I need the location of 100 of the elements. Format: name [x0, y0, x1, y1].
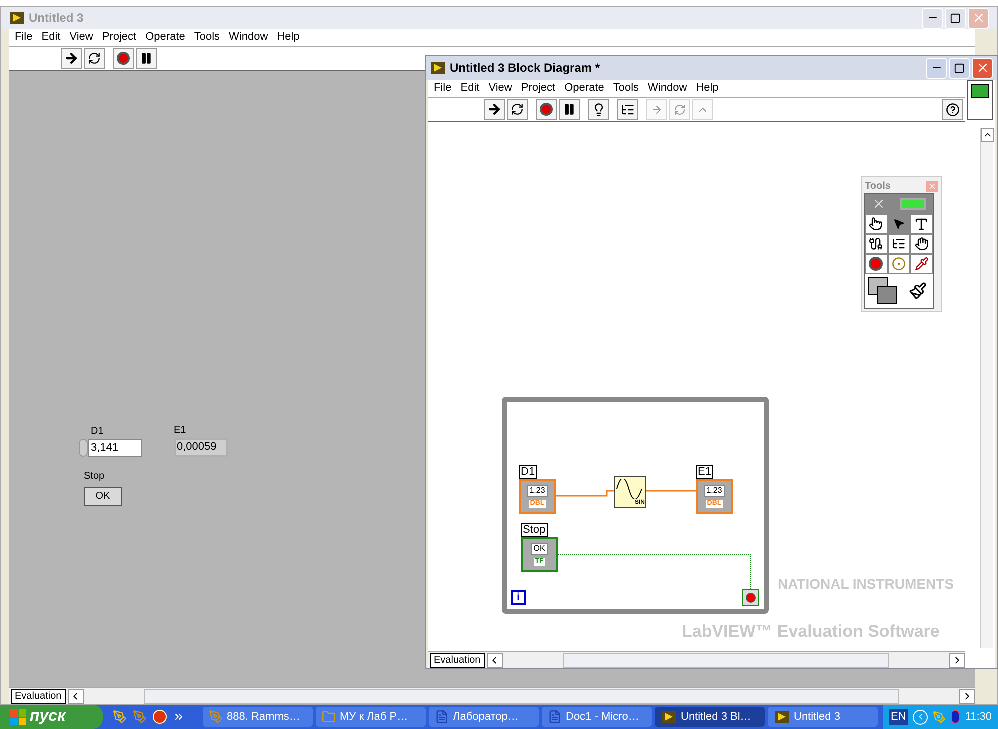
- terminal-value: 1.23: [526, 485, 548, 497]
- retain-wire-values-button[interactable]: [617, 99, 638, 120]
- folder-icon: [322, 710, 336, 724]
- stop-sign-icon: [540, 103, 553, 116]
- probe-tool-button[interactable]: [888, 254, 910, 274]
- list-icon: [892, 237, 906, 251]
- scroll-up-button[interactable]: [981, 128, 994, 142]
- abort-button[interactable]: [536, 99, 557, 120]
- menu-item[interactable]: Window: [648, 80, 688, 97]
- run-continuously-button[interactable]: [507, 99, 528, 120]
- taskbar-button[interactable]: Untitled 3: [768, 707, 878, 727]
- menu-item[interactable]: Edit: [42, 29, 61, 46]
- windows-logo-icon: [10, 709, 26, 725]
- button-label: Stop: [84, 470, 106, 484]
- pen-icon[interactable]: [113, 710, 127, 724]
- expand-tray-button[interactable]: [913, 710, 928, 724]
- scrollbar-thumb[interactable]: [562, 652, 889, 668]
- menu-item[interactable]: Tools: [613, 80, 640, 97]
- arrow-right-icon: [64, 51, 79, 66]
- terminal-label: Stop: [521, 523, 548, 537]
- status-label: Evaluation: [430, 652, 485, 668]
- iteration-terminal: i: [511, 590, 526, 605]
- terminal-value: OK: [530, 543, 548, 555]
- pause-icon: [563, 103, 576, 116]
- text-tool-button[interactable]: [910, 214, 933, 234]
- operate-tool-button[interactable]: [865, 214, 888, 234]
- wire-icon: [869, 237, 884, 251]
- shortcut-tool-button[interactable]: [888, 234, 910, 254]
- tray-icon[interactable]: [951, 710, 960, 724]
- taskbar-button[interactable]: Doc1 - Micro…: [542, 707, 652, 727]
- paintbrush-icon: [909, 282, 927, 300]
- hand-icon: [914, 237, 929, 251]
- pen-icon: [209, 710, 223, 724]
- highlight-execution-button[interactable]: [588, 99, 609, 120]
- indicator-label: E1: [174, 424, 188, 438]
- color-copy-tool-button[interactable]: [910, 254, 933, 274]
- app-icon: [430, 61, 446, 75]
- pointing-hand-icon: [869, 217, 884, 231]
- maximize-button[interactable]: [949, 58, 970, 78]
- scroll-right-button[interactable]: [959, 688, 975, 704]
- scroll-tool-button[interactable]: [910, 234, 933, 254]
- language-indicator[interactable]: EN: [889, 708, 908, 726]
- cursor-icon: [892, 218, 905, 230]
- taskbar-button[interactable]: МУ к Лаб Р…: [316, 707, 426, 727]
- start-button[interactable]: пуск: [0, 705, 103, 729]
- stop-sign-icon: [117, 52, 130, 65]
- menu-item[interactable]: View: [70, 29, 94, 46]
- numeric-field[interactable]: 3,141: [88, 439, 142, 457]
- maximize-button[interactable]: [945, 8, 966, 28]
- menu-item[interactable]: View: [488, 80, 512, 97]
- text-icon: [914, 216, 930, 232]
- position-tool-button[interactable]: [888, 214, 910, 234]
- menu-item[interactable]: Help: [696, 80, 719, 97]
- menu-item[interactable]: File: [15, 29, 33, 46]
- quick-launch-icon[interactable]: [153, 710, 167, 724]
- run-button[interactable]: [61, 48, 82, 69]
- palette-title: Tools: [865, 180, 891, 194]
- taskbar-button[interactable]: 888. Ramms…: [203, 707, 313, 727]
- app-icon: [661, 710, 677, 724]
- close-icon: [928, 182, 936, 190]
- maximize-icon: [954, 62, 965, 74]
- taskbar-button[interactable]: Лаборатор…: [429, 707, 539, 727]
- control-label: D1: [91, 425, 105, 439]
- help-button[interactable]: [942, 99, 963, 120]
- probe-icon: [892, 257, 906, 271]
- menu-item[interactable]: Operate: [564, 80, 604, 97]
- scroll-left-button[interactable]: [486, 652, 503, 668]
- terminal-label: E1: [696, 465, 714, 479]
- pause-button[interactable]: [559, 99, 580, 120]
- scrollbar-thumb[interactable]: [144, 688, 899, 704]
- pause-button[interactable]: [136, 48, 157, 69]
- window-title: Untitled 3: [29, 10, 85, 27]
- close-button[interactable]: [972, 58, 993, 78]
- wire-tool-button[interactable]: [865, 234, 888, 254]
- breakpoint-tool-button[interactable]: [865, 254, 888, 274]
- double-chevron-icon[interactable]: [173, 711, 185, 723]
- menu-item[interactable]: Edit: [460, 80, 480, 97]
- scroll-left-button[interactable]: [68, 688, 84, 704]
- circular-arrows-icon: [88, 52, 101, 65]
- arrow-right-icon: [650, 104, 662, 116]
- indicator-light-icon: [900, 198, 926, 210]
- scroll-right-button[interactable]: [949, 652, 965, 668]
- stop-condition-terminal[interactable]: [742, 589, 759, 606]
- abort-button[interactable]: [113, 48, 134, 69]
- menu-item[interactable]: File: [434, 80, 452, 97]
- eyedropper-icon: [914, 257, 929, 271]
- menu-item[interactable]: Operate: [146, 29, 186, 46]
- menu-item[interactable]: Project: [521, 80, 556, 97]
- clock: 11:30: [965, 710, 992, 725]
- stop-sign-icon: [746, 592, 756, 602]
- ok-button[interactable]: OK: [84, 487, 122, 506]
- run-button[interactable]: [484, 99, 505, 120]
- menu-item[interactable]: Window: [229, 29, 268, 46]
- menu-item[interactable]: Tools: [194, 29, 220, 46]
- run-continuously-button[interactable]: [84, 48, 105, 69]
- pause-icon: [140, 52, 153, 65]
- taskbar-button[interactable]: Untitled 3 Bl…: [655, 707, 765, 727]
- menu-item[interactable]: Project: [102, 29, 137, 46]
- crossed-tools-icon[interactable]: [872, 197, 886, 211]
- menu-item[interactable]: Help: [277, 29, 300, 46]
